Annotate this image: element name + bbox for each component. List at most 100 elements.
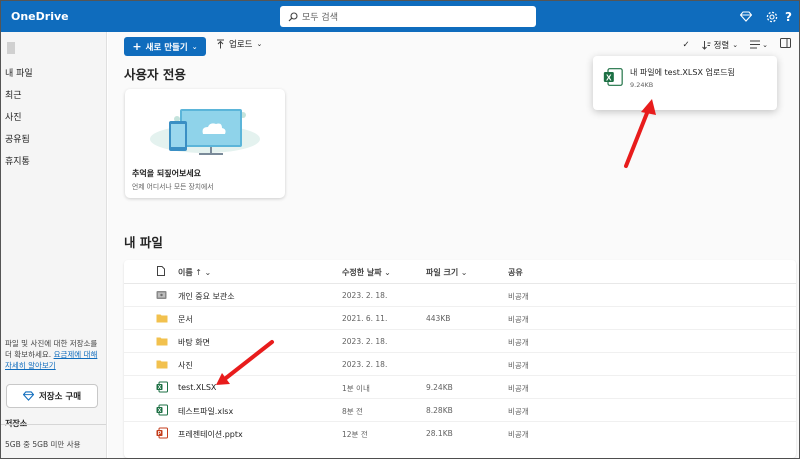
settings-gear-icon[interactable]	[759, 11, 785, 23]
sidebar-item-shared[interactable]: 공유됨	[5, 132, 30, 145]
premium-diamond-icon[interactable]	[733, 11, 759, 22]
file-name[interactable]: 바탕 화면	[178, 337, 210, 348]
upload-notification-toast[interactable]: X 내 파일에 test.XLSX 업로드됨 9.24KB	[593, 56, 777, 110]
top-icons: ?	[733, 1, 799, 32]
file-size: 443KB	[426, 314, 451, 323]
file-name[interactable]: 개인 중요 보관소	[178, 291, 235, 302]
file-modified: 8분 전	[342, 407, 363, 416]
excel-icon: X	[156, 381, 168, 395]
search-icon	[288, 11, 298, 21]
table-row[interactable]: 사진 2023. 2. 18. 비공개	[124, 353, 796, 376]
sidebar-divider	[1, 424, 106, 425]
folder-icon	[156, 359, 168, 371]
sidebar-item-recycle-bin[interactable]: 휴지통	[5, 154, 30, 167]
folder-icon	[156, 313, 168, 325]
sidebar-item-recent[interactable]: 최근	[5, 88, 22, 101]
file-name[interactable]: 문서	[178, 314, 193, 325]
list-view-icon	[750, 40, 761, 49]
file-modified: 2021. 6. 11.	[342, 314, 388, 323]
file-sharing: 비공개	[508, 292, 529, 301]
sort-icon	[701, 40, 711, 50]
column-sharing-label: 공유	[508, 268, 523, 277]
file-sharing: 비공개	[508, 384, 529, 393]
column-header-sharing[interactable]: 공유	[508, 267, 523, 278]
file-size: 8.28KB	[426, 406, 453, 415]
devices-illustration	[150, 109, 260, 155]
table-row[interactable]: 개인 중요 보관소 2023. 2. 18. 비공개	[124, 284, 796, 307]
table-row[interactable]: X 테스트파일.xlsx 8분 전 8.28KB 비공개	[124, 399, 796, 422]
upload-label: 업로드	[229, 40, 253, 50]
checkmark-icon[interactable]: ✓	[682, 40, 689, 50]
file-list: 이름 ↑ ⌄ 수정한 날짜 ⌄ 파일 크기 ⌄ 공유 개인 중요 보관소 202…	[124, 260, 796, 458]
toast-title: 내 파일에 test.XLSX 업로드됨	[630, 68, 735, 77]
file-name[interactable]: 테스트파일.xlsx	[178, 406, 233, 417]
sort-label: 정렬	[713, 40, 730, 51]
personal-section-title: 사용자 전용	[124, 67, 186, 82]
powerpoint-icon: P	[156, 427, 168, 441]
user-avatar[interactable]	[7, 42, 15, 54]
upload-button[interactable]: 업로드 ⌄	[216, 38, 262, 50]
table-row[interactable]: 문서 2021. 6. 11. 443KB 비공개	[124, 307, 796, 330]
my-files-section-title: 내 파일	[124, 235, 163, 250]
file-size: 9.24KB	[426, 383, 453, 392]
buy-storage-button[interactable]: 저장소 구매	[6, 384, 98, 408]
chevron-down-icon: ⌄	[762, 40, 768, 49]
column-header-modified[interactable]: 수정한 날짜 ⌄	[342, 267, 391, 278]
storage-usage: 5GB 중 5GB 미만 사용	[5, 440, 81, 449]
file-modified: 2023. 2. 18.	[342, 291, 388, 300]
column-header-name[interactable]: 이름 ↑ ⌄	[178, 267, 211, 278]
file-name[interactable]: 프레젠테이션.pptx	[178, 429, 243, 440]
file-type-header-icon[interactable]	[157, 266, 165, 278]
file-list-header: 이름 ↑ ⌄ 수정한 날짜 ⌄ 파일 크기 ⌄ 공유	[124, 260, 796, 284]
new-button-label: 새로 만들기	[145, 42, 188, 53]
file-sharing: 비공개	[508, 338, 529, 347]
toast-file-size: 9.24KB	[630, 81, 654, 89]
memories-card[interactable]: 추억을 되짚어보세요 언제 어디서나 모든 장치에서	[125, 89, 285, 198]
sort-button[interactable]: 정렬 ⌄	[701, 39, 739, 51]
column-modified-label: 수정한 날짜	[342, 268, 382, 277]
view-options-button[interactable]: ⌄	[750, 40, 768, 49]
search-placeholder: 모두 검색	[302, 13, 338, 23]
table-row[interactable]: X test.XLSX 1분 이내 9.24KB 비공개	[124, 376, 796, 399]
sidebar-item-photos[interactable]: 사진	[5, 110, 22, 123]
file-modified: 2023. 2. 18.	[342, 337, 388, 346]
new-button[interactable]: + 새로 만들기 ⌄	[124, 37, 206, 56]
details-pane-icon[interactable]	[780, 38, 791, 51]
table-row[interactable]: 바탕 화면 2023. 2. 18. 비공개	[124, 330, 796, 353]
view-commands: ✓ 정렬 ⌄ ⌄	[682, 38, 791, 51]
vault-icon	[156, 290, 167, 302]
file-name[interactable]: test.XLSX	[178, 383, 216, 392]
upload-icon	[217, 39, 224, 49]
column-name-label: 이름	[178, 268, 193, 277]
sidebar-item-my-files[interactable]: 내 파일	[5, 66, 33, 79]
sidebar: 내 파일 최근 사진 공유됨 휴지통 파일 및 사진에 대한 저장소를 더 확보…	[1, 32, 107, 458]
chevron-down-icon: ⌄	[191, 42, 198, 51]
storage-upsell-note: 파일 및 사진에 대한 저장소를 더 확보하세요. 요금제에 대해 자세히 알아…	[5, 338, 103, 371]
file-modified: 1분 이내	[342, 384, 370, 393]
table-row[interactable]: P 프레젠테이션.pptx 12분 전 28.1KB 비공개	[124, 422, 796, 445]
file-sharing: 비공개	[508, 430, 529, 439]
svg-text:X: X	[606, 72, 612, 82]
file-sharing: 비공개	[508, 407, 529, 416]
plus-icon: +	[132, 40, 142, 53]
file-sharing: 비공개	[508, 361, 529, 370]
top-bar: OneDrive 모두 검색 ?	[1, 1, 799, 32]
excel-icon: X	[156, 404, 168, 418]
file-modified: 2023. 2. 18.	[342, 360, 388, 369]
app-title[interactable]: OneDrive	[11, 10, 69, 23]
help-icon[interactable]: ?	[785, 10, 799, 24]
chevron-down-icon: ⌄	[732, 40, 739, 49]
chevron-down-icon: ⌄	[256, 40, 263, 48]
folder-icon	[156, 336, 168, 348]
file-sharing: 비공개	[508, 315, 529, 324]
memories-card-subtitle: 언제 어디서나 모든 장치에서	[132, 183, 214, 191]
diamond-icon	[22, 391, 34, 401]
excel-icon: X	[603, 67, 623, 91]
search-box[interactable]: 모두 검색	[280, 6, 536, 27]
file-name[interactable]: 사진	[178, 360, 193, 371]
buy-storage-label: 저장소 구매	[38, 392, 82, 402]
column-size-label: 파일 크기	[426, 268, 459, 277]
column-header-size[interactable]: 파일 크기 ⌄	[426, 267, 467, 278]
file-modified: 12분 전	[342, 430, 368, 439]
memories-card-title: 추억을 되짚어보세요	[132, 169, 202, 178]
